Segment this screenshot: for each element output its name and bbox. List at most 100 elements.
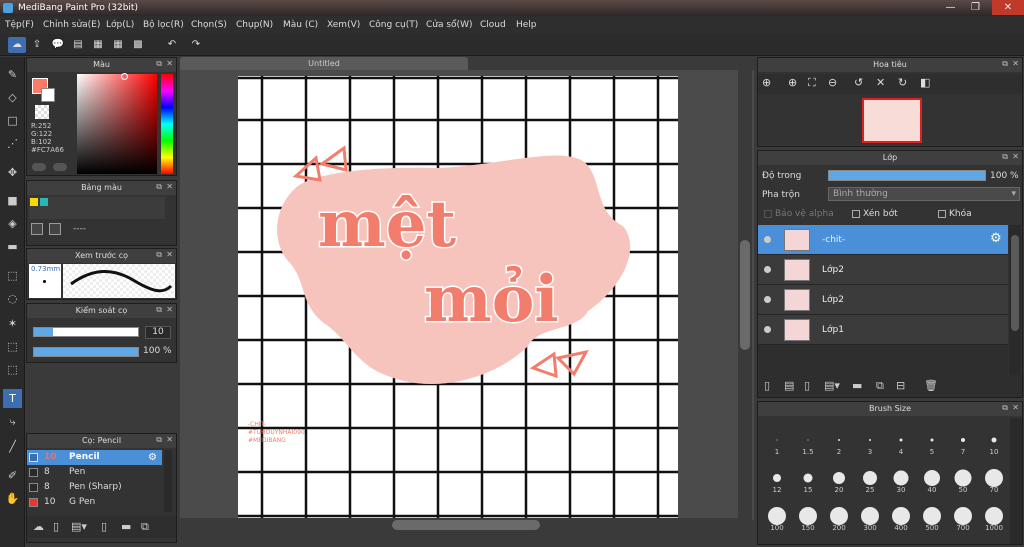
- menu-edit[interactable]: Chỉnh sửa(E): [43, 16, 100, 34]
- transparent-swatch[interactable]: [35, 105, 49, 119]
- hue-slider[interactable]: [161, 74, 173, 174]
- menu-window[interactable]: Cửa sổ(W): [426, 16, 472, 34]
- brush-size-option[interactable]: 1.5: [793, 426, 823, 456]
- menu-tools[interactable]: Công cụ(T): [369, 16, 418, 34]
- brush-size-option[interactable]: 700: [948, 502, 978, 532]
- menu-filter[interactable]: Bộ lọc(R): [143, 16, 184, 34]
- popout-icon[interactable]: ⧉: [156, 435, 162, 445]
- brush-list-scrollbar[interactable]: [164, 450, 172, 512]
- close-icon[interactable]: ✕: [1012, 152, 1019, 161]
- close-button[interactable]: ✕: [992, 0, 1024, 15]
- brush-size-option[interactable]: 3: [855, 426, 885, 456]
- saturation-value-picker[interactable]: [77, 74, 157, 174]
- layer-row[interactable]: Lớp2: [758, 255, 1008, 285]
- canvas-vertical-scrollbar[interactable]: [738, 70, 752, 520]
- brush-size-input[interactable]: 10: [145, 326, 171, 339]
- cloud-brush-icon[interactable]: ☁: [33, 520, 44, 533]
- color-mode-toggle-2[interactable]: [53, 163, 67, 171]
- menu-layer[interactable]: Lớp(L): [106, 16, 134, 34]
- close-icon[interactable]: ✕: [166, 305, 173, 314]
- hand-tool-icon[interactable]: ✋: [3, 489, 22, 508]
- canvas-paper[interactable]: mệt mỏi -CHIT- #TUHOUYNHAI090 #MEDIBANG: [238, 76, 678, 520]
- gear-icon[interactable]: ⚙: [148, 450, 157, 465]
- delete-palette-icon[interactable]: [49, 223, 61, 235]
- eye-icon[interactable]: [764, 236, 771, 243]
- zoom-icon[interactable]: ⊕: [788, 76, 797, 89]
- color-picker-cursor[interactable]: [121, 73, 128, 80]
- edit-brush-icon[interactable]: ▯: [101, 520, 107, 533]
- popout-icon[interactable]: ⧉: [156, 250, 162, 260]
- add-layer-menu-icon[interactable]: ▤▾: [824, 379, 840, 392]
- merge-layer-icon[interactable]: ⊟: [896, 379, 905, 392]
- divide-tool-icon[interactable]: ╱: [3, 437, 22, 456]
- zoom-out-icon[interactable]: ⊖: [828, 76, 837, 89]
- horizontal-scroll-thumb[interactable]: [392, 520, 540, 530]
- brush-item-pen-sharp[interactable]: 8 Pen (Sharp): [27, 480, 162, 495]
- eye-icon[interactable]: [764, 326, 771, 333]
- brush-size-option[interactable]: 7: [948, 426, 978, 456]
- move-tool-icon[interactable]: ✥: [3, 163, 22, 182]
- brush-size-option[interactable]: 100: [762, 502, 792, 532]
- brush-size-option[interactable]: 4: [886, 426, 916, 456]
- gradient-tool-icon[interactable]: ▬: [3, 237, 22, 256]
- vertical-scroll-thumb[interactable]: [740, 240, 750, 350]
- brush-tool-icon[interactable]: ✎: [3, 65, 22, 84]
- menu-select[interactable]: Chọn(S): [191, 16, 227, 34]
- magic-wand-icon[interactable]: ✶: [3, 314, 22, 333]
- select-eraser-icon[interactable]: ⬚: [3, 360, 22, 379]
- eraser-tool-icon[interactable]: ◇: [3, 88, 22, 107]
- gear-icon[interactable]: ⚙: [990, 231, 1002, 246]
- brush-size-slider[interactable]: [33, 327, 139, 337]
- close-icon[interactable]: ✕: [166, 59, 173, 68]
- duplicate-layer-icon[interactable]: ⧉: [876, 379, 884, 393]
- minimize-button[interactable]: —: [938, 0, 963, 15]
- brush-size-scrollbar[interactable]: [1010, 418, 1022, 544]
- close-icon[interactable]: ✕: [166, 250, 173, 259]
- dot-tool-icon[interactable]: ⋰: [3, 134, 22, 153]
- fit-icon[interactable]: ⛶: [808, 76, 816, 90]
- canvas-tab[interactable]: Untitled: [180, 57, 468, 70]
- brush-item-pen[interactable]: 8 Pen: [27, 465, 162, 480]
- reset-view-icon[interactable]: ✕: [876, 76, 885, 89]
- brush-size-option[interactable]: 25: [855, 464, 885, 494]
- navigator-thumbnail[interactable]: [862, 98, 922, 143]
- popout-icon[interactable]: ⧉: [156, 182, 162, 192]
- select-rect-icon[interactable]: ⬚: [3, 266, 22, 285]
- popout-icon[interactable]: ⧉: [1002, 152, 1008, 162]
- text-tool-icon[interactable]: T: [3, 389, 22, 408]
- popout-icon[interactable]: ⧉: [1002, 403, 1008, 413]
- folder-icon[interactable]: ▬: [121, 520, 131, 533]
- rectangle-tool-icon[interactable]: □: [3, 111, 22, 130]
- share-icon[interactable]: ⇪: [28, 37, 46, 53]
- brush-size-option[interactable]: 200: [824, 502, 854, 532]
- layer-row[interactable]: Lớp1: [758, 315, 1008, 345]
- select-lasso-icon[interactable]: ◌: [3, 289, 22, 308]
- brush-size-option[interactable]: 10: [979, 426, 1009, 456]
- menu-color[interactable]: Màu (C): [283, 16, 318, 34]
- layer-list-scrollbar[interactable]: [1009, 225, 1021, 375]
- eyedropper-icon[interactable]: ✐: [3, 466, 22, 485]
- grid-icon[interactable]: ▦: [109, 37, 127, 53]
- popout-icon[interactable]: ⧉: [1002, 59, 1008, 69]
- menu-capture[interactable]: Chụp(N): [236, 16, 273, 34]
- popout-icon[interactable]: ⧉: [156, 59, 162, 69]
- menu-cloud[interactable]: Cloud: [480, 16, 506, 34]
- palette-swatch[interactable]: [30, 198, 38, 206]
- delete-layer-icon[interactable]: 🗑: [924, 379, 938, 392]
- brush-size-option[interactable]: 12: [762, 464, 792, 494]
- add-brush-icon[interactable]: ▤▾: [71, 520, 87, 533]
- brush-size-option[interactable]: 70: [979, 464, 1009, 494]
- tile-icon[interactable]: ▩: [129, 37, 147, 53]
- new-palette-icon[interactable]: [31, 223, 43, 235]
- redo-icon[interactable]: ↷: [187, 37, 205, 53]
- rotate-right-icon[interactable]: ↻: [898, 76, 907, 89]
- canvas-horizontal-scrollbar[interactable]: [180, 518, 750, 532]
- fill-rect-tool-icon[interactable]: ■: [3, 191, 22, 210]
- layer-row[interactable]: -chit- ⚙: [758, 225, 1008, 255]
- brush-size-option[interactable]: 15: [793, 464, 823, 494]
- brush-size-option[interactable]: 400: [886, 502, 916, 532]
- popout-icon[interactable]: ⧉: [156, 305, 162, 315]
- secondary-color-swatch[interactable]: [41, 88, 55, 102]
- brush-item-g-pen[interactable]: 10 G Pen: [27, 495, 162, 510]
- cloud-icon[interactable]: ☁: [8, 37, 26, 53]
